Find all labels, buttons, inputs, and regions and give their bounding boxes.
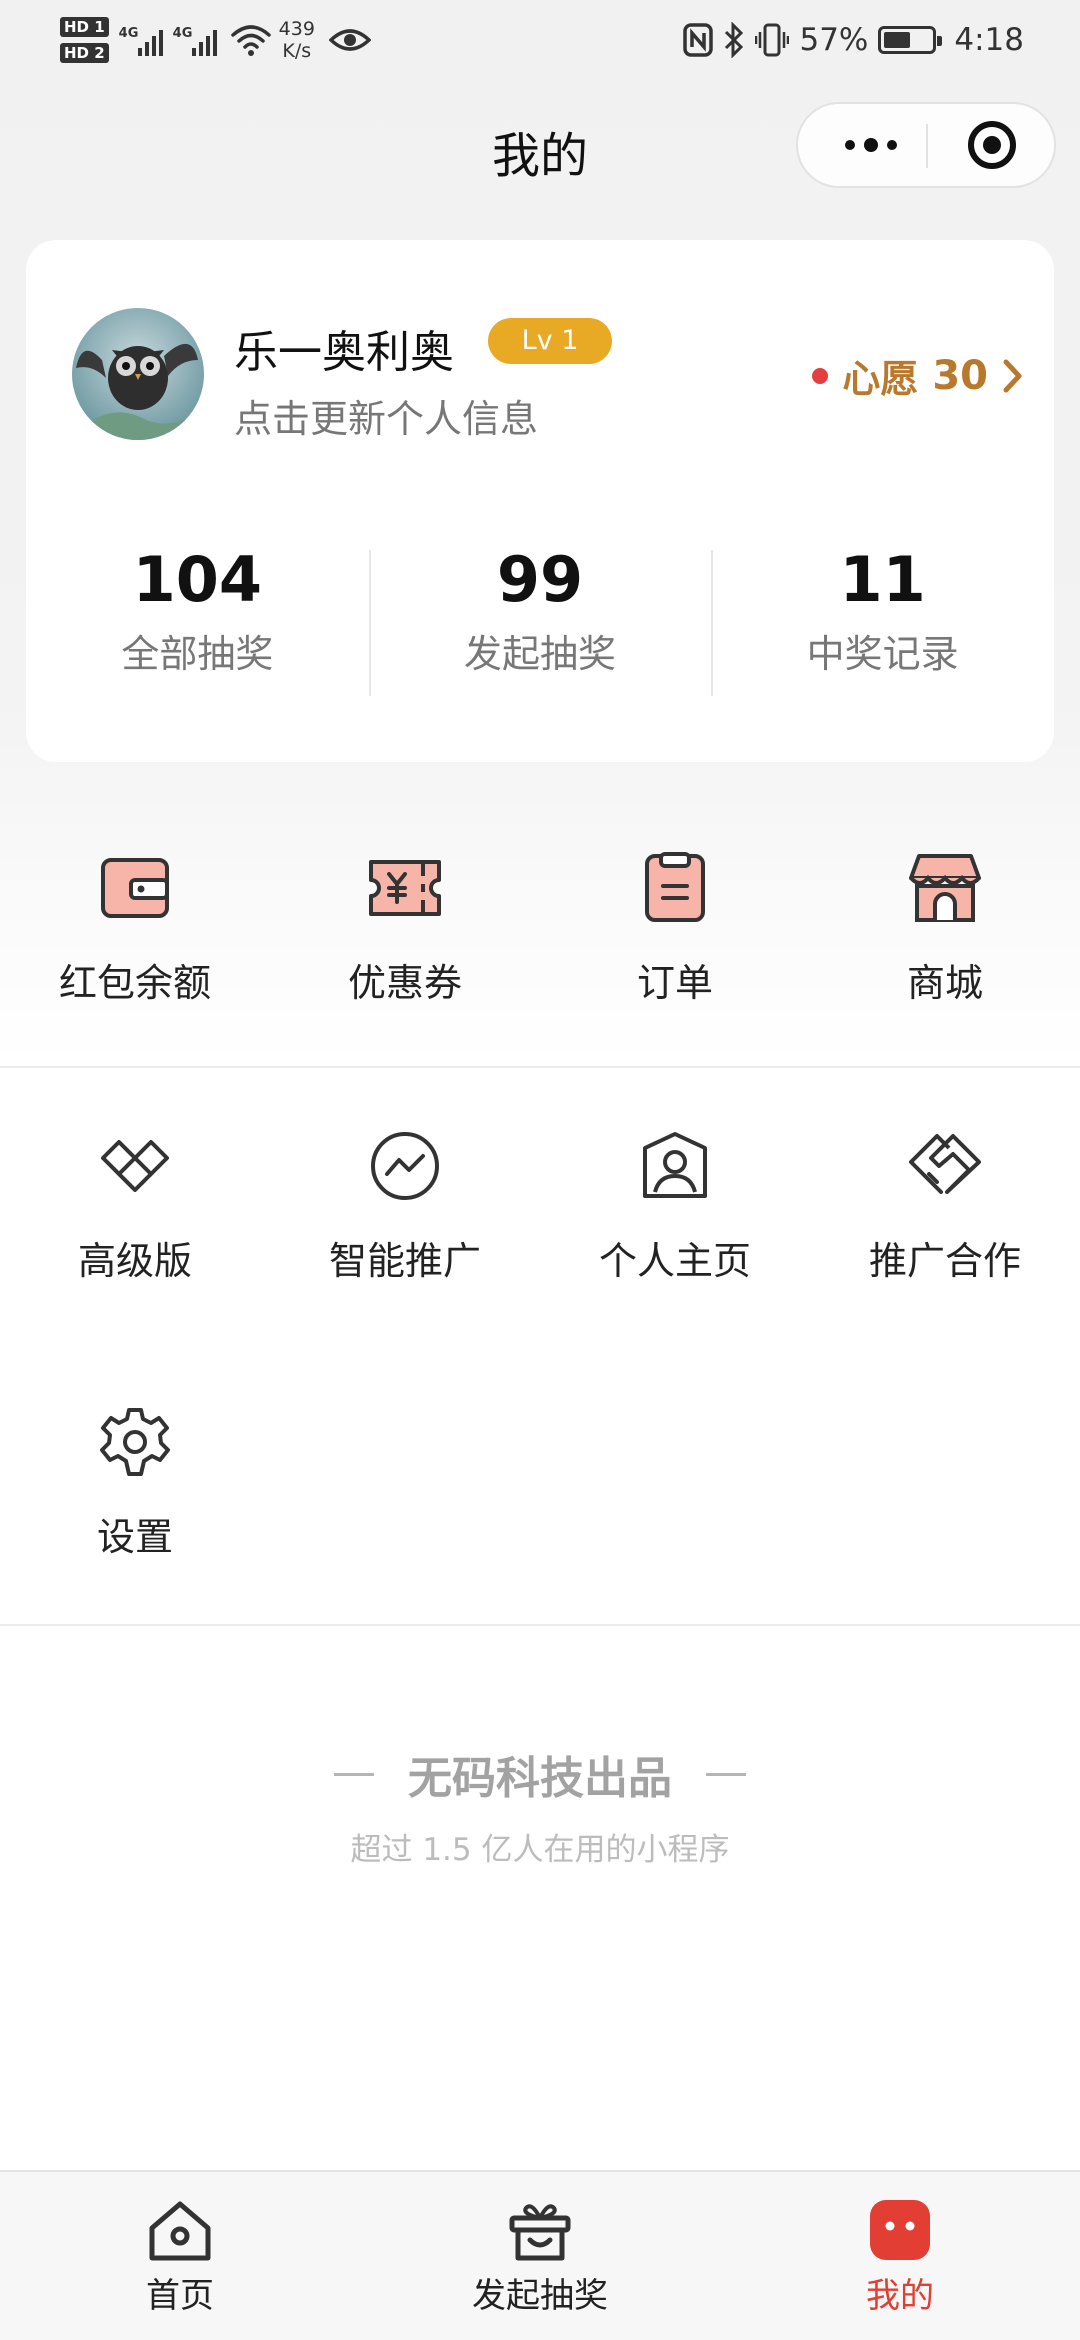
wish-dot [812,367,829,384]
coupon-icon [369,860,441,916]
secondary-grid-row-2: 设置 [0,1404,1080,1604]
grid-item-partnership[interactable]: 推广合作 [810,1128,1080,1328]
more-dots-icon[interactable] [826,104,916,186]
brand-footer: 无码科技出品 超过 1.5 亿人在用的小程序 [0,1742,1080,1869]
stat-value: 104 [132,543,263,616]
grid-item-settings[interactable]: 设置 [0,1404,270,1604]
grid-label: 个人主页 [598,1239,751,1283]
grid-item-homepage[interactable]: 个人主页 [540,1128,810,1328]
username[interactable]: 乐一奥利奥 [234,316,454,380]
brand-title: 无码科技出品 [0,1742,1080,1806]
handshake-icon [909,1134,981,1194]
grid-item-wallet[interactable]: 红包余额 [0,850,270,1050]
gift-box-icon [509,2204,571,2261]
secondary-grid-row-1: 高级版 智能推广 个人主页 推广合作 [0,1128,1080,1328]
brand-name: 无码科技出品 [408,1753,672,1804]
tab-mine[interactable]: 我的 [720,2172,1080,2340]
grid-label: 智能推广 [328,1239,481,1283]
diamond-icon [101,1140,169,1192]
wifi-icon [230,25,271,56]
section-divider [0,1624,1080,1626]
hd-indicators: HD 1 HD 2 [60,17,109,63]
tab-label: 我的 [866,2276,934,2316]
stat-label: 全部抽奖 [121,632,274,676]
stat-label: 发起抽奖 [464,632,617,676]
sim1-label: 4G [118,26,139,41]
stat-value: 99 [496,543,584,616]
signal-sim2-icon: 4G [173,20,217,60]
stat-created-lotteries[interactable]: 99 发起抽奖 [368,540,712,696]
capsule-divider [926,124,928,168]
home-icon [149,2201,211,2261]
network-speed: 439 K/s [279,18,315,62]
stat-all-lotteries[interactable]: 104 全部抽奖 [26,540,369,692]
wish-count: 30 [932,352,988,399]
brand-dash-left [334,1772,374,1776]
mini-program-capsule [796,102,1056,188]
wish-label: 心愿 [842,357,919,401]
mine-face-icon [870,2200,930,2260]
grid-label: 优惠券 [347,961,462,1005]
grid-label: 商城 [906,961,983,1005]
wallet-icon [101,858,169,918]
grid-label: 红包余额 [58,961,211,1005]
store-icon [909,854,981,922]
update-profile-hint[interactable]: 点击更新个人信息 [234,388,538,443]
status-bar: HD 1 HD 2 4G 4G 439 K/s 57% 4:18 [0,0,1080,80]
chevron-right-icon [1003,359,1022,392]
gear-icon [100,1408,170,1476]
status-right: 57% 4:18 [683,10,1024,70]
tab-home[interactable]: 首页 [0,2172,360,2340]
stat-value: 11 [839,543,926,616]
level-badge: Lv 1 [488,318,612,364]
grid-item-store[interactable]: 商城 [810,850,1080,1050]
tab-create-lottery[interactable]: 发起抽奖 [360,2172,720,2340]
signal-sim1-icon: 4G [119,20,163,60]
grid-label: 订单 [636,961,713,1005]
grid-item-coupon[interactable]: 优惠券 [270,850,540,1050]
grid-label: 推广合作 [868,1239,1021,1283]
hd2-badge: HD 2 [60,43,109,63]
bottom-tab-bar: 首页 发起抽奖 我的 [0,2170,1080,2340]
hd1-badge: HD 1 [60,17,109,37]
stats-row: 104 全部抽奖 99 发起抽奖 11 中奖记录 [26,540,1054,696]
vibrate-icon [755,23,790,57]
battery-fill [884,32,911,48]
section-divider [0,1066,1080,1068]
grid-item-premium[interactable]: 高级版 [0,1128,270,1328]
eye-comfort-icon [328,29,371,51]
grid-label: 高级版 [77,1239,192,1283]
avatar[interactable] [72,308,204,440]
brand-slogan: 超过 1.5 亿人在用的小程序 [350,1832,730,1868]
battery-icon [878,26,943,54]
wish-link[interactable]: 心愿 30 [812,348,1024,403]
primary-grid: 红包余额 优惠券 订单 商城 [0,850,1080,1050]
owl-avatar-image [72,308,204,440]
network-speed-unit: K/s [282,40,312,62]
battery-percent: 57% [799,22,869,58]
grid-label: 设置 [96,1515,173,1559]
bluetooth-icon [725,22,744,58]
user-profile-icon [643,1132,707,1198]
nfc-icon [683,23,714,57]
target-close-icon[interactable] [968,121,1016,169]
clock: 4:18 [954,22,1024,58]
trend-chart-icon [371,1132,439,1200]
grid-item-order[interactable]: 订单 [540,850,810,1050]
brand-dash-right [706,1772,746,1776]
order-clipboard-icon [645,852,705,922]
tab-label: 首页 [146,2276,214,2316]
sim2-label: 4G [172,26,193,41]
tab-label: 发起抽奖 [472,2276,608,2316]
stat-win-records[interactable]: 11 中奖记录 [711,540,1054,696]
status-left: HD 1 HD 2 4G 4G 439 K/s [60,10,371,70]
network-speed-value: 439 [278,18,315,40]
stat-label: 中奖记录 [806,632,959,676]
profile-card: 乐一奥利奥 Lv 1 点击更新个人信息 心愿 30 104 全部抽奖 99 发起… [26,240,1054,762]
grid-item-smart-promotion[interactable]: 智能推广 [270,1128,540,1328]
